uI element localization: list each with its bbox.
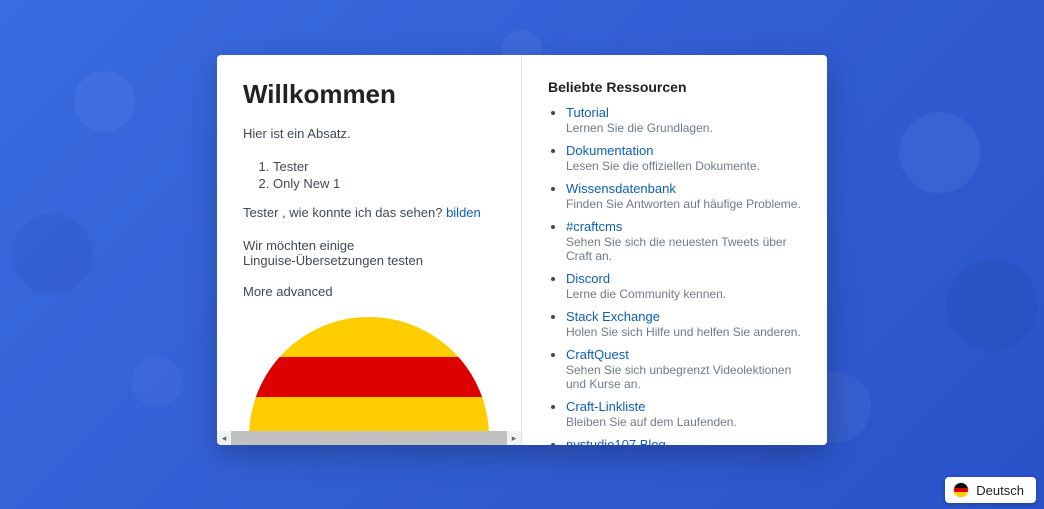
resource-item: nystudio107 Blog Lernen Sie Handwerk und… <box>566 437 801 445</box>
language-label: Deutsch <box>976 483 1024 498</box>
resource-desc: Sehen Sie sich die neuesten Tweets über … <box>566 235 801 263</box>
resource-desc: Holen Sie sich Hilfe und helfen Sie ande… <box>566 325 801 339</box>
resource-link-knowledgebase[interactable]: Wissensdatenbank <box>566 181 676 196</box>
resource-item: Dokumentation Lesen Sie die offiziellen … <box>566 143 801 173</box>
resource-link-linklist[interactable]: Craft-Linkliste <box>566 399 645 414</box>
resource-link-tutorial[interactable]: Tutorial <box>566 105 609 120</box>
resource-link-craftcms[interactable]: #craftcms <box>566 219 622 234</box>
resource-desc: Lesen Sie die offiziellen Dokumente. <box>566 159 801 173</box>
resource-item: #craftcms Sehen Sie sich die neuesten Tw… <box>566 219 801 263</box>
resource-link-nystudio107[interactable]: nystudio107 Blog <box>566 437 666 445</box>
resource-link-stackexchange[interactable]: Stack Exchange <box>566 309 660 324</box>
welcome-card: Willkommen Hier ist ein Absatz. Tester O… <box>217 55 827 445</box>
resource-item: Discord Lerne die Community kennen. <box>566 271 801 301</box>
resource-item: CraftQuest Sehen Sie sich unbegrenzt Vid… <box>566 347 801 391</box>
sidebar-title: Beliebte Ressourcen <box>548 79 801 95</box>
question-line: Tester , wie konnte ich das sehen? bilde… <box>243 205 495 220</box>
sidebar-scroll[interactable]: Beliebte Ressourcen Tutorial Lernen Sie … <box>522 55 827 445</box>
list-item: Tester <box>273 159 495 174</box>
resource-item: Stack Exchange Holen Sie sich Hilfe und … <box>566 309 801 339</box>
flag-stripe <box>249 397 489 431</box>
resource-link-discord[interactable]: Discord <box>566 271 610 286</box>
translate-line-2: Linguise-Übersetzungen testen <box>243 253 495 268</box>
translate-line-1: Wir möchten einige <box>243 238 495 253</box>
resource-desc: Finden Sie Antworten auf häufige Problem… <box>566 197 801 211</box>
more-advanced: More advanced <box>243 284 495 299</box>
scroll-left-icon[interactable]: ◂ <box>217 431 231 445</box>
scroll-right-icon[interactable]: ▸ <box>507 431 521 445</box>
resource-desc: Bleiben Sie auf dem Laufenden. <box>566 415 801 429</box>
ordered-list: Tester Only New 1 <box>273 159 495 191</box>
main-scroll[interactable]: Willkommen Hier ist ein Absatz. Tester O… <box>217 55 521 431</box>
resource-link-craftquest[interactable]: CraftQuest <box>566 347 629 362</box>
list-item: Only New 1 <box>273 176 495 191</box>
resource-desc: Lerne die Community kennen. <box>566 287 801 301</box>
question-text: Tester , wie konnte ich das sehen? <box>243 205 446 220</box>
flag-stripe <box>249 317 489 357</box>
horizontal-scrollbar[interactable]: ◂ ▸ <box>217 431 521 445</box>
sidebar-pane: Beliebte Ressourcen Tutorial Lernen Sie … <box>522 55 827 445</box>
main-pane: Willkommen Hier ist ein Absatz. Tester O… <box>217 55 522 445</box>
resource-item: Wissensdatenbank Finden Sie Antworten au… <box>566 181 801 211</box>
flag-stripe <box>249 357 489 397</box>
resource-list: Tutorial Lernen Sie die Grundlagen. Doku… <box>566 105 801 445</box>
intro-paragraph: Hier ist ein Absatz. <box>243 126 495 141</box>
scroll-thumb[interactable] <box>231 431 507 445</box>
bilden-link[interactable]: bilden <box>446 205 481 220</box>
resource-item: Craft-Linkliste Bleiben Sie auf dem Lauf… <box>566 399 801 429</box>
germany-flag-graphic <box>249 317 489 431</box>
resource-desc: Sehen Sie sich unbegrenzt Videolektionen… <box>566 363 801 391</box>
flag-germany-icon <box>953 482 969 498</box>
resource-item: Tutorial Lernen Sie die Grundlagen. <box>566 105 801 135</box>
language-switcher[interactable]: Deutsch <box>945 477 1036 503</box>
resource-desc: Lernen Sie die Grundlagen. <box>566 121 801 135</box>
page-title: Willkommen <box>243 79 495 110</box>
resource-link-documentation[interactable]: Dokumentation <box>566 143 653 158</box>
